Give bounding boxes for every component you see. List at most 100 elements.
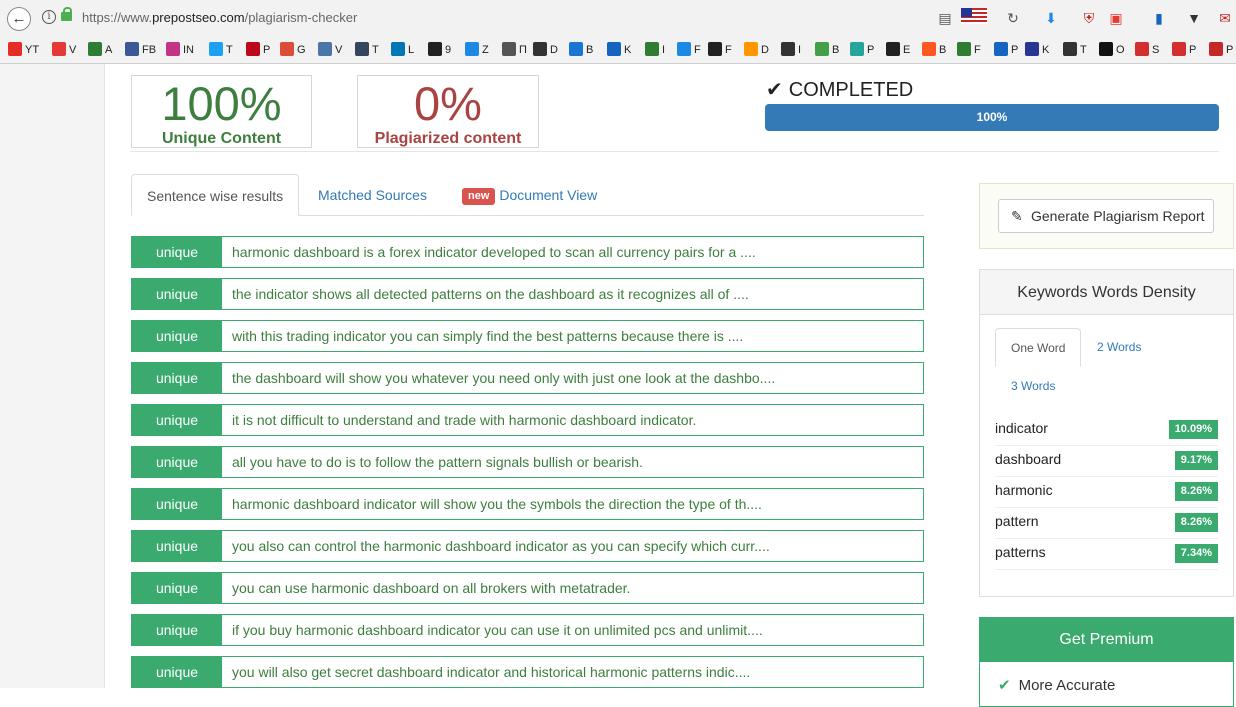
bookmark-item[interactable]: V: [318, 41, 342, 59]
library-icon[interactable]: ▮: [1148, 8, 1170, 28]
bookmark-item[interactable]: A: [88, 41, 112, 59]
bookmark-item[interactable]: K: [1025, 41, 1049, 59]
bookmark-item[interactable]: F: [957, 41, 981, 59]
keyword-row: indicator 10.09%: [995, 415, 1218, 446]
result-sentence: it is not difficult to understand and tr…: [232, 412, 697, 428]
keyword-row: pattern 8.26%: [995, 508, 1218, 539]
bookmark-item[interactable]: G: [280, 41, 306, 59]
bookmark-icon: [994, 42, 1008, 56]
result-row[interactable]: unique all you have to do is to follow th…: [131, 446, 924, 478]
result-row[interactable]: unique you also can control the harmonic …: [131, 530, 924, 562]
bookmark-item[interactable]: YT: [8, 41, 39, 59]
bookmark-icon: [465, 42, 479, 56]
bookmark-item[interactable]: I: [645, 41, 665, 59]
premium-feature: ✔ More Accurate: [998, 676, 1115, 694]
bookmark-item[interactable]: F: [708, 41, 732, 59]
bookmark-item[interactable]: D: [533, 41, 558, 59]
keywords-title: Keywords Words Density: [980, 270, 1233, 315]
result-row[interactable]: unique with this trading indicator you ca…: [131, 320, 924, 352]
bookmark-label: П: [519, 44, 527, 56]
unique-badge: unique: [132, 489, 222, 519]
keyword-word: indicator: [995, 420, 1048, 436]
bookmark-item[interactable]: FB: [125, 41, 156, 59]
download-icon[interactable]: ⬇: [1040, 8, 1062, 28]
tab-three-words[interactable]: 3 Words: [1011, 367, 1055, 406]
bookmark-label: F: [694, 44, 701, 56]
reload-icon[interactable]: ↻: [1002, 8, 1024, 28]
bookmark-label: G: [297, 44, 306, 56]
unique-badge: unique: [132, 573, 222, 603]
unique-badge: unique: [132, 615, 222, 645]
info-icon[interactable]: i: [42, 10, 56, 24]
tab-one-word[interactable]: One Word: [995, 328, 1082, 367]
bookmark-item[interactable]: L: [391, 41, 414, 59]
result-row[interactable]: unique if you buy harmonic dashboard indi…: [131, 614, 924, 646]
tab-two-words[interactable]: 2 Words: [1097, 328, 1141, 367]
bookmark-item[interactable]: P: [1172, 41, 1196, 59]
us-flag-icon[interactable]: [960, 8, 988, 28]
results-tabs: Sentence wise results Matched Sources ne…: [131, 174, 924, 216]
url-text[interactable]: https://www.prepostseo.com/plagiarism-ch…: [82, 10, 357, 25]
bookmark-item[interactable]: П: [502, 41, 527, 59]
bookmark-item[interactable]: T: [355, 41, 379, 59]
premium-title[interactable]: Get Premium: [980, 618, 1233, 662]
bookmark-item[interactable]: K: [607, 41, 631, 59]
unique-badge: unique: [132, 363, 222, 393]
back-arrow-icon[interactable]: ←: [7, 7, 31, 31]
bookmark-icon: [1172, 42, 1186, 56]
bookmark-item[interactable]: E: [886, 41, 910, 59]
result-row[interactable]: unique it is not difficult to understand …: [131, 404, 924, 436]
bookmark-icon: [125, 42, 139, 56]
bookmark-item[interactable]: B: [815, 41, 839, 59]
result-row[interactable]: unique the indicator shows all detected p…: [131, 278, 924, 310]
unique-badge: unique: [132, 405, 222, 435]
generate-report-button[interactable]: ✎ Generate Plagiarism Report: [998, 199, 1214, 233]
result-row[interactable]: unique you will also get secret dashboard…: [131, 656, 924, 688]
unique-value: 100%: [161, 77, 282, 130]
bookmark-item[interactable]: T: [209, 41, 233, 59]
bookmark-item[interactable]: T: [1063, 41, 1087, 59]
pocket-icon[interactable]: ▼: [1183, 8, 1205, 28]
bookmark-item[interactable]: B: [569, 41, 593, 59]
tab-matched-sources[interactable]: Matched Sources: [318, 174, 427, 216]
bookmark-icon: [957, 42, 971, 56]
keyword-word: dashboard: [995, 451, 1062, 467]
bookmark-item[interactable]: P: [246, 41, 270, 59]
bookmark-label: F: [725, 44, 732, 56]
bookmark-item[interactable]: S: [1135, 41, 1159, 59]
ublock-icon[interactable]: ⛨: [1078, 8, 1100, 28]
bookmark-item[interactable]: IN: [166, 41, 194, 59]
status-heading: ✔ COMPLETED: [766, 77, 919, 102]
keyword-word: pattern: [995, 513, 1039, 529]
reader-mode-icon[interactable]: ▤: [934, 8, 956, 28]
bookmark-item[interactable]: Z: [465, 41, 489, 59]
bookmark-item[interactable]: P: [850, 41, 874, 59]
bookmark-icon: [502, 42, 516, 56]
bookmark-icon: [1209, 42, 1223, 56]
bookmark-label: B: [832, 44, 840, 56]
tab-document-view[interactable]: new Document View: [462, 174, 597, 216]
tab-sentence-wise[interactable]: Sentence wise results: [131, 174, 300, 216]
lock-icon: [61, 7, 72, 21]
result-row[interactable]: unique the dashboard will show you whatev…: [131, 362, 924, 394]
mail-icon[interactable]: ✉: [1214, 8, 1236, 28]
bookmark-item[interactable]: P: [994, 41, 1018, 59]
bookmark-item[interactable]: D: [744, 41, 769, 59]
bookmark-item[interactable]: B: [922, 41, 946, 59]
bookmark-item[interactable]: 9: [428, 41, 451, 59]
bookmark-label: I: [798, 44, 802, 56]
bookmark-item[interactable]: P: [1209, 41, 1233, 59]
result-row[interactable]: unique harmonic dashboard indicator will …: [131, 488, 924, 520]
bookmark-item[interactable]: V: [52, 41, 76, 59]
keyword-percent: 8.26%: [1174, 482, 1218, 501]
unique-badge: unique: [132, 279, 222, 309]
bookmark-item[interactable]: F: [677, 41, 701, 59]
bookmark-item[interactable]: O: [1099, 41, 1125, 59]
result-row[interactable]: unique you can use harmonic dashboard on …: [131, 572, 924, 604]
keywords-panel: Keywords Words Density One Word 2 Words …: [979, 269, 1234, 597]
addon-icon[interactable]: ▣: [1105, 8, 1127, 28]
result-row[interactable]: unique harmonic dashboard is a forex indi…: [131, 236, 924, 268]
bookmark-item[interactable]: I: [781, 41, 801, 59]
status-text: COMPLETED: [788, 79, 914, 101]
keyword-row: harmonic 8.26%: [995, 477, 1218, 508]
